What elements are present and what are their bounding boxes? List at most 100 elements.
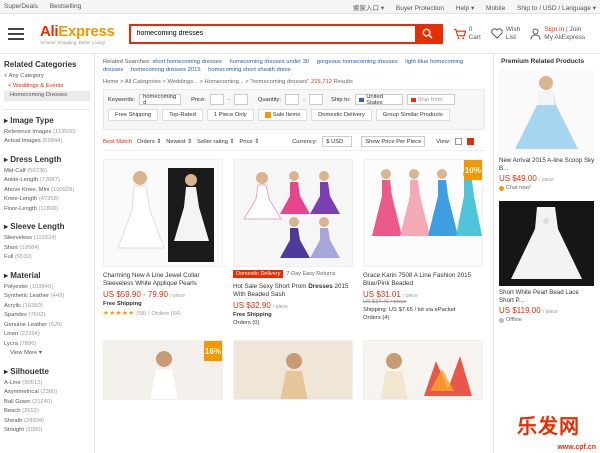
sort-price[interactable]: Price ⇕ xyxy=(239,139,259,145)
filter-panel: Keywords: homecoming d Price: - Quantity… xyxy=(103,89,485,130)
related-search-link[interactable]: homecoming dresses 2015 xyxy=(131,67,201,73)
sort-orders[interactable]: Orders ⇕ xyxy=(137,139,161,145)
cart-button[interactable]: 0 Cart xyxy=(453,26,481,42)
filter-item[interactable]: Floor-Length (11800) xyxy=(4,205,90,215)
mobile-link[interactable]: Mobile xyxy=(486,5,505,12)
product-card[interactable]: 10% Grace Karin 7508 A Line Fashion 2015… xyxy=(363,159,483,326)
material-filter: ▸ Material Polyester (103849) Synthetic … xyxy=(4,271,90,359)
filter-item[interactable]: Sleeveless (119224) xyxy=(4,234,90,244)
product-title[interactable]: New Arrival 2015 A-line Scoop Sky B... xyxy=(499,157,595,172)
product-title[interactable]: Grace Karin 7508 A Line Fashion 2015 Blu… xyxy=(363,272,483,287)
weddings-events-link[interactable]: < Weddings & Events xyxy=(4,82,90,92)
my-aliexpress-link[interactable]: My AliExpress xyxy=(544,34,585,42)
premium-product[interactable]: Short White Pearl Bead Lace Short P... U… xyxy=(499,201,595,323)
product-image[interactable] xyxy=(103,159,223,267)
related-searches: Related Searches: short homecoming dress… xyxy=(103,59,464,73)
filter-item[interactable]: Straight (2060) xyxy=(4,426,90,436)
flag-icon xyxy=(410,97,416,102)
domestic-delivery-filter[interactable]: Domestic Delivery xyxy=(311,109,372,121)
chat-now-link[interactable]: Chat now! xyxy=(499,185,595,191)
product-card[interactable]: Charming New A Line Jewel Collar Sleevel… xyxy=(103,159,223,326)
product-image[interactable] xyxy=(499,201,594,286)
filter-item[interactable]: Genuine Leather (526) xyxy=(4,321,90,331)
help-menu[interactable]: Help ▾ xyxy=(456,5,474,12)
filter-item[interactable]: Short (19584) xyxy=(4,244,90,254)
filter-item[interactable]: Spandex (7692) xyxy=(4,311,90,321)
one-piece-only-filter[interactable]: 1 Piece Only xyxy=(206,109,254,121)
filter-item[interactable]: Beach (2652) xyxy=(4,407,90,417)
aliexpress-logo[interactable]: AliExpress Smarter Shopping, Better Livi… xyxy=(40,23,115,45)
filter-item[interactable]: A-Line (90512) xyxy=(4,379,90,389)
free-shipping-filter[interactable]: Free Shipping xyxy=(108,109,159,121)
homecoming-dresses-category[interactable]: Homecoming Dresses xyxy=(4,91,90,101)
filter-item[interactable]: Polyester (103849) xyxy=(4,283,90,293)
filter-item[interactable]: Above Knee, Mini (100929) xyxy=(4,186,90,196)
sort-best-match[interactable]: Best Match xyxy=(103,139,132,145)
filter-item[interactable]: Sheath (24904) xyxy=(4,417,90,427)
join-link[interactable]: | Join xyxy=(566,26,581,33)
heart-icon xyxy=(491,28,503,39)
ship-to-menu[interactable]: Ship to xyxy=(517,5,537,12)
buyer-protection-link[interactable]: Buyer Protection xyxy=(396,5,444,12)
filter-item[interactable]: Knee-Length (47258) xyxy=(4,195,90,205)
currency-language-menu[interactable]: / USD / Language ▾ xyxy=(539,5,596,12)
filter-item[interactable]: Actual Images (69844) xyxy=(4,137,90,147)
quantity-min-input[interactable] xyxy=(285,94,300,105)
product-title[interactable]: Short White Pearl Bead Lace Short P... xyxy=(499,289,595,304)
product-image[interactable] xyxy=(499,69,594,154)
product-card[interactable]: Domestic Delivery 7-Day Easy Returns Hot… xyxy=(233,159,353,326)
grid-view-icon[interactable] xyxy=(467,138,475,145)
product-card[interactable]: 16% xyxy=(103,340,223,401)
related-search-link[interactable]: short homecoming dresses xyxy=(152,59,222,65)
filter-item[interactable]: Reference Images (113500) xyxy=(4,128,90,138)
filter-item[interactable]: Asymmetrical (2380) xyxy=(4,388,90,398)
product-title[interactable]: Hot Sale Sexy Short Prom Dresses 2015 Wi… xyxy=(233,283,353,298)
bestselling-link[interactable]: Bestselling xyxy=(50,3,81,10)
ship-to-select[interactable]: United States xyxy=(354,94,403,106)
show-price-per-piece[interactable]: Show Price Per Piece xyxy=(361,136,426,147)
sort-seller-rating[interactable]: Seller rating ⇕ xyxy=(197,139,234,145)
filter-item[interactable]: Synthetic Leather (449) xyxy=(4,292,90,302)
search-button[interactable] xyxy=(414,25,441,42)
filter-item[interactable]: Ball Gown (21240) xyxy=(4,398,90,408)
right-sidebar: Premium Related Products New Arrival 201… xyxy=(493,54,600,453)
view-more-link[interactable]: View More ▾ xyxy=(4,349,90,359)
product-card[interactable] xyxy=(363,340,483,401)
ship-from-select[interactable]: Ship from xyxy=(406,94,455,105)
currency-select[interactable]: $ USD xyxy=(322,136,353,147)
group-similar-filter[interactable]: Group Similar Products xyxy=(375,109,450,121)
product-image[interactable]: 10% xyxy=(363,159,483,267)
keywords-input[interactable]: homecoming d xyxy=(139,94,182,106)
sign-in-link[interactable]: Sign in xyxy=(544,26,564,33)
seller-entry-link[interactable]: 索家入口 ▾ xyxy=(353,5,384,12)
sort-newest[interactable]: Newest ⇕ xyxy=(166,139,192,145)
list-view-icon[interactable] xyxy=(455,138,463,145)
price-max-input[interactable] xyxy=(233,94,248,105)
superdeals-link[interactable]: SuperDeals xyxy=(4,3,38,10)
premium-product[interactable]: New Arrival 2015 A-line Scoop Sky B... U… xyxy=(499,69,595,191)
product-card[interactable] xyxy=(233,340,353,401)
price-min-input[interactable] xyxy=(209,94,224,105)
filter-item[interactable]: Full (6532) xyxy=(4,253,90,263)
filter-item[interactable]: Ankle-Length (72087) xyxy=(4,176,90,186)
product-image[interactable] xyxy=(233,159,353,267)
filter-item[interactable]: Acrylic (16350) xyxy=(4,302,90,312)
results-count: 215,712 xyxy=(310,79,332,85)
filter-item[interactable]: Mid-Calf (50736) xyxy=(4,167,90,177)
original-price: US $34.46 / piece xyxy=(363,299,407,306)
menu-icon[interactable] xyxy=(8,27,24,40)
search-input[interactable] xyxy=(130,25,415,42)
wishlist-button[interactable]: Wish List xyxy=(491,26,520,42)
related-search-link[interactable]: homecoming dresses under 30 xyxy=(230,59,310,65)
sale-items-filter[interactable]: Sale Items xyxy=(257,109,308,121)
product-title[interactable]: Charming New A Line Jewel Collar Sleevel… xyxy=(103,272,223,287)
filter-item[interactable]: Linen (22294) xyxy=(4,330,90,340)
watermark-logo: 乐发网 xyxy=(517,414,580,438)
related-search-link[interactable]: gorgeous homecoming dresses xyxy=(317,59,398,65)
quantity-max-input[interactable] xyxy=(308,94,323,105)
related-search-link[interactable]: homecoming short sheath dress xyxy=(208,67,291,73)
top-rated-filter[interactable]: Top-Rated xyxy=(162,109,203,121)
filter-item[interactable]: Lycra (7896) xyxy=(4,340,90,350)
any-category-link[interactable]: < Any Category xyxy=(4,72,90,82)
account-button[interactable]: Sign in | Join My AliExpress xyxy=(530,26,585,42)
